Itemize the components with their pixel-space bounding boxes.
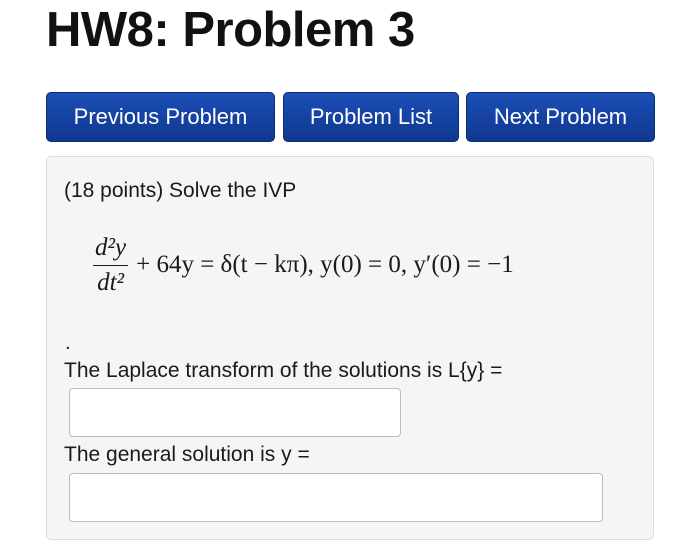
- general-solution-input[interactable]: [69, 473, 603, 522]
- ivp-equation: d²y dt² + 64y = δ(t − kπ), y(0) = 0, y′(…: [93, 225, 514, 305]
- laplace-transform-label: The Laplace transform of the solutions i…: [64, 359, 503, 382]
- derivative-fraction: d²y dt²: [93, 233, 129, 297]
- general-solution-label: The general solution is y =: [64, 443, 310, 466]
- fraction-denominator: dt²: [97, 268, 125, 296]
- previous-problem-button[interactable]: Previous Problem: [46, 92, 275, 142]
- trailing-period: .: [65, 332, 71, 354]
- page-title: HW8: Problem 3: [46, 3, 415, 57]
- laplace-transform-input[interactable]: [69, 388, 401, 437]
- problem-panel: (18 points) Solve the IVP d²y dt² + 64y …: [46, 156, 654, 540]
- equation-rest: + 64y = δ(t − kπ), y(0) = 0, y′(0) = −1: [136, 251, 514, 278]
- problem-prompt: (18 points) Solve the IVP: [64, 179, 297, 202]
- next-problem-button[interactable]: Next Problem: [466, 92, 655, 142]
- fraction-numerator: d²y: [95, 233, 127, 261]
- problem-list-button[interactable]: Problem List: [283, 92, 459, 142]
